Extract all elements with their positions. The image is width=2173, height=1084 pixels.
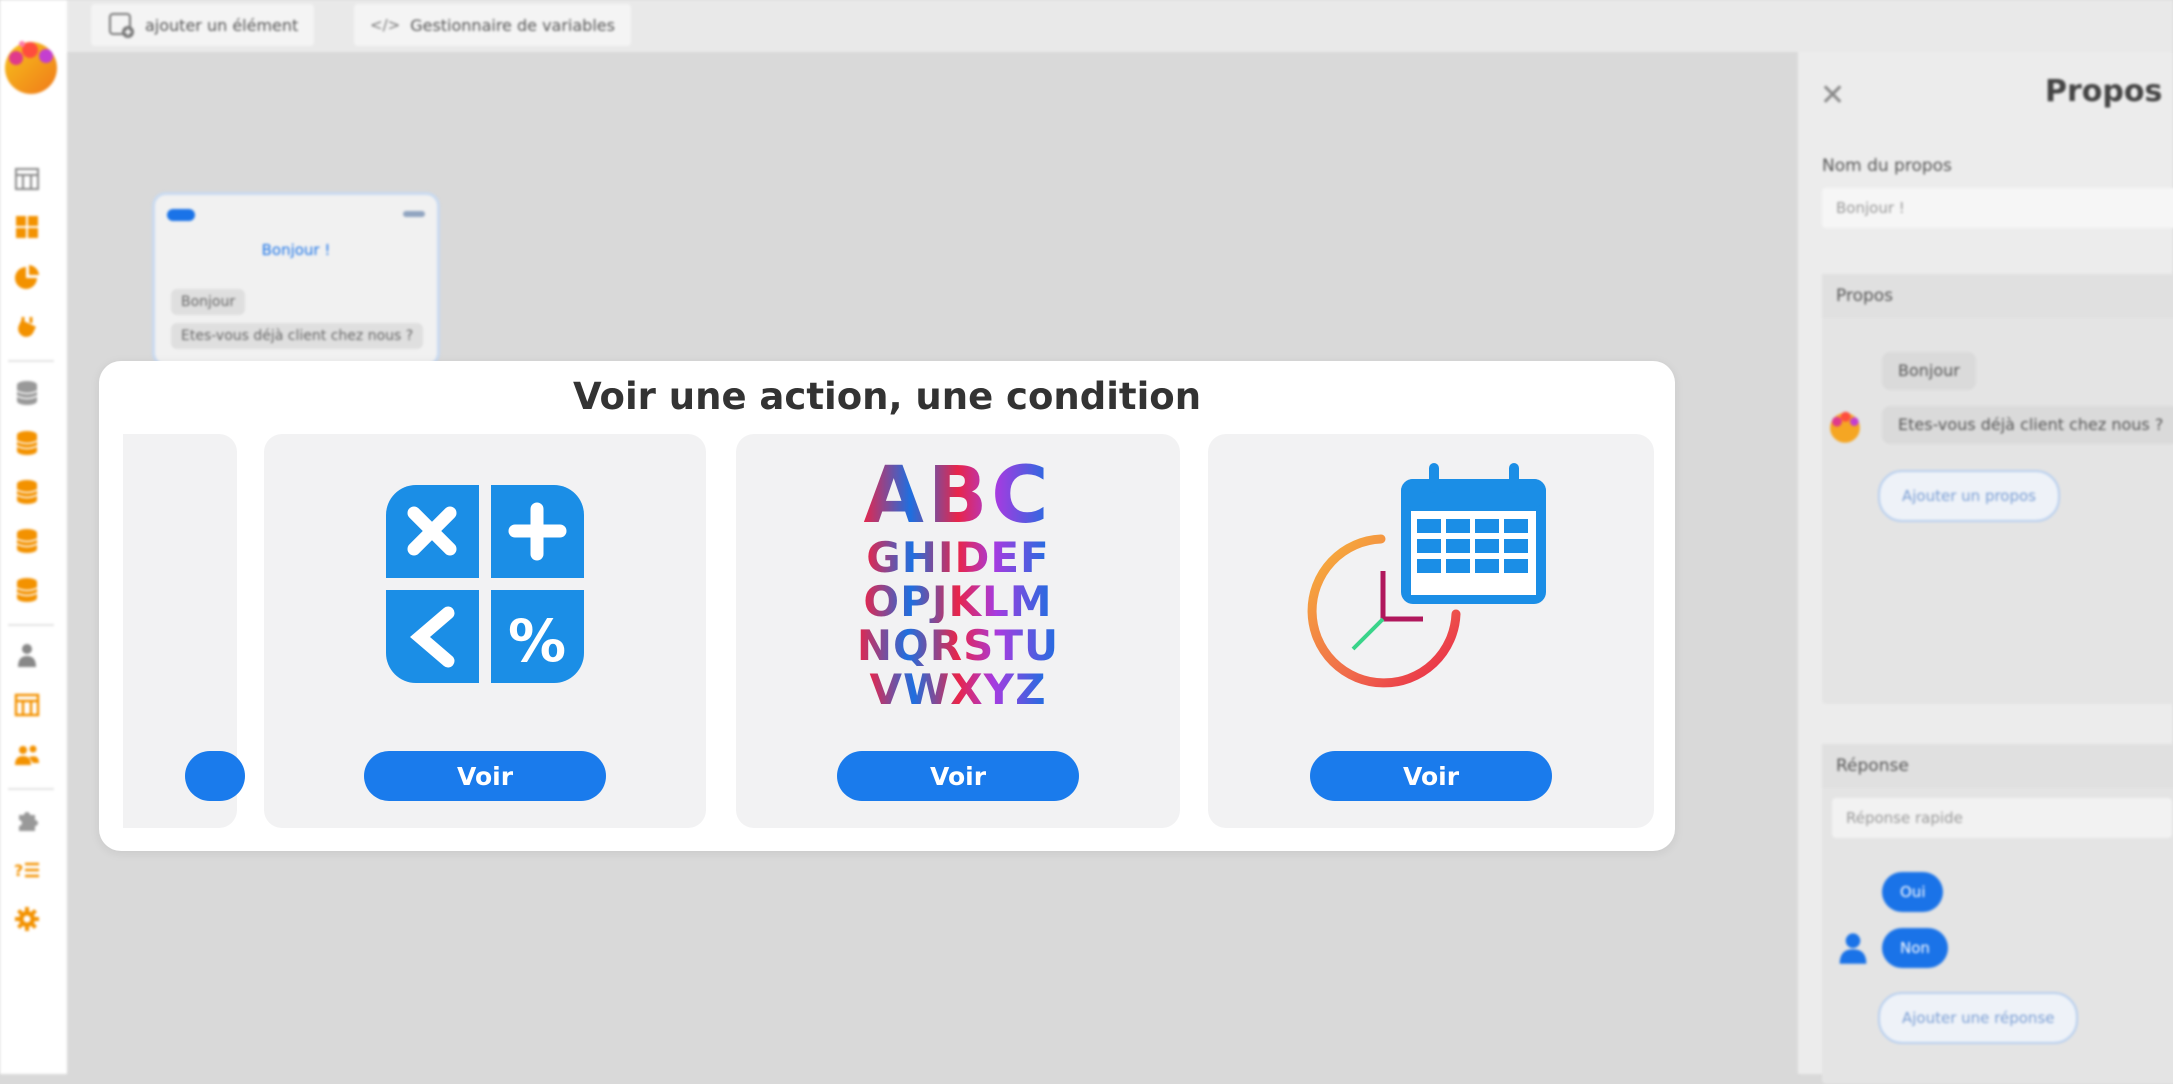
node-bubble: Etes-vous déjà client chez nous ? (171, 323, 424, 349)
carousel-card-alphabet[interactable]: ABC GHIDEF OPJKLM NQRSTU VWXYZ Voir (736, 434, 1180, 828)
puzzle-icon[interactable] (12, 806, 42, 836)
app-logo-icon (5, 41, 57, 94)
bot-avatar-icon (1830, 411, 1860, 443)
variables-label: Gestionnaire de variables (410, 15, 615, 35)
response-section-title: Réponse (1822, 744, 2173, 788)
user-icon[interactable] (12, 640, 42, 670)
response-type-select[interactable]: Réponse rapide (1832, 798, 2172, 838)
voir-button[interactable]: Voir (364, 751, 606, 801)
node-menu-icon[interactable] (403, 211, 425, 217)
voir-button[interactable]: Voir (1310, 751, 1552, 801)
card-carousel[interactable]: % Voir ABC GHIDEF OPJKLM NQRSTU VWXYZ Vo… (123, 434, 1663, 830)
dashboard-icon[interactable] (12, 212, 42, 242)
node-badge (167, 209, 195, 221)
faq-icon[interactable]: ? (12, 855, 42, 885)
name-input[interactable]: Bonjour ! (1822, 188, 2173, 228)
sidebar-divider (8, 360, 54, 362)
database-icon[interactable] (12, 526, 42, 556)
plug-icon[interactable] (12, 312, 42, 342)
propos-item[interactable]: Bonjour (1882, 352, 1976, 390)
sidebar: ? (0, 0, 67, 1074)
propos-section: Propos Bonjour Etes-vous déjà client che… (1822, 274, 2173, 704)
alphabet-line: OPJKLM (863, 577, 1053, 626)
name-label: Nom du propos (1822, 156, 1952, 176)
gear-icon[interactable] (12, 904, 42, 934)
panel-title: Propos (2045, 74, 2163, 109)
add-propos-button[interactable]: Ajouter un propos (1878, 470, 2060, 522)
add-response-button[interactable]: Ajouter une réponse (1878, 992, 2079, 1044)
team-icon[interactable] (12, 740, 42, 770)
chart-icon[interactable] (12, 262, 42, 292)
alphabet-line: ABC (863, 451, 1053, 541)
close-icon[interactable]: ✕ (1820, 78, 1845, 113)
response-chip[interactable]: Oui (1882, 872, 1944, 912)
propos-item[interactable]: Etes-vous déjà client chez nous ? (1882, 406, 2173, 444)
variables-manager-button[interactable]: </> Gestionnaire de variables (354, 4, 631, 46)
modal-title: Voir une action, une condition (572, 375, 1202, 418)
database-icon[interactable] (12, 378, 42, 408)
node-bubble: Bonjour (171, 289, 246, 315)
voir-button-partial[interactable] (185, 751, 245, 801)
svg-text:%: % (508, 607, 566, 675)
add-element-button[interactable]: ajouter un élément (91, 4, 315, 46)
alphabet-line: VWXYZ (869, 665, 1047, 714)
carousel-card-partial[interactable] (123, 434, 245, 828)
top-toolbar: ajouter un élément </> Gestionnaire de v… (67, 0, 2173, 52)
action-condition-modal: Voir une action, une condition % Voir AB… (99, 361, 1675, 851)
carousel-card-calculator[interactable]: % Voir (264, 434, 706, 828)
grid-icon[interactable] (12, 164, 42, 194)
properties-panel: ✕ Propos Nom du propos Bonjour ! Propos … (1798, 52, 2173, 1084)
database-icon[interactable] (12, 428, 42, 458)
response-section: Réponse Réponse rapide Oui Non Ajouter u… (1822, 744, 2173, 1084)
add-square-icon (109, 13, 134, 38)
code-icon: </> (370, 16, 401, 34)
calendar-clock-icon (1208, 463, 1654, 704)
building-icon[interactable] (12, 690, 42, 720)
alphabet-icon: ABC GHIDEF OPJKLM NQRSTU VWXYZ (736, 457, 1180, 711)
add-element-label: ajouter un élément (145, 15, 299, 35)
carousel-card-calendar-clock[interactable]: Voir (1208, 434, 1654, 828)
conversation-node[interactable]: Bonjour ! Bonjour Etes-vous déjà client … (152, 192, 440, 367)
propos-section-title: Propos (1822, 274, 2173, 318)
alphabet-line: NQRSTU (856, 621, 1060, 670)
node-title: Bonjour ! (261, 241, 331, 259)
response-chip[interactable]: Non (1882, 928, 1948, 968)
alphabet-line: GHIDEF (866, 533, 1050, 582)
database-icon[interactable] (12, 477, 42, 507)
database-icon[interactable] (12, 575, 42, 605)
sidebar-divider (8, 788, 54, 790)
svg-text:?: ? (14, 861, 23, 880)
user-avatar-icon (1839, 933, 1867, 964)
sidebar-divider (8, 624, 54, 626)
calculator-icon: % (264, 464, 706, 704)
voir-button[interactable]: Voir (837, 751, 1079, 801)
